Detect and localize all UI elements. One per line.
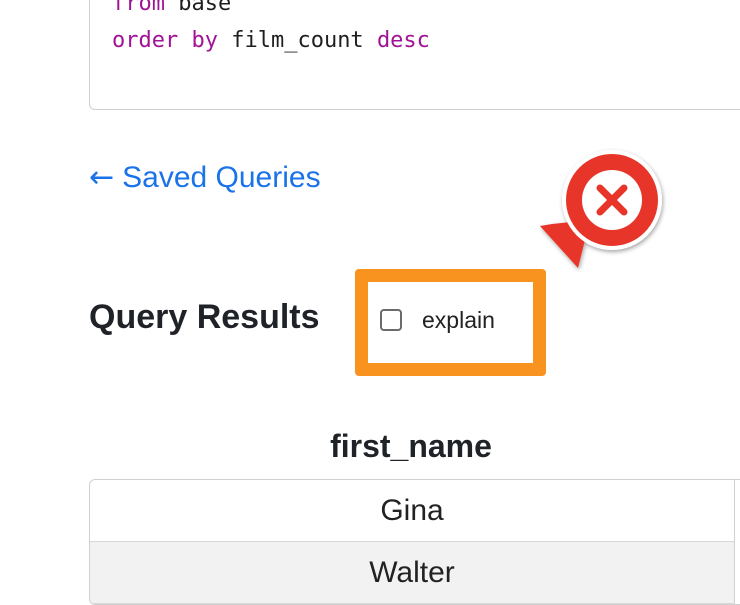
saved-queries-link[interactable]: ← Saved Queries: [89, 160, 321, 195]
explain-checkbox-control[interactable]: explain: [380, 306, 495, 334]
keyword-from: from: [112, 0, 165, 16]
query-results-title: Query Results: [89, 298, 320, 336]
results-table: Gina Walter: [89, 479, 740, 605]
keyword-order: order: [112, 28, 179, 53]
table-row: Gina: [90, 480, 735, 542]
table-row: Walter: [90, 542, 735, 604]
saved-queries-label: Saved Queries: [122, 161, 321, 194]
code-line-from: from base: [112, 0, 231, 17]
explain-checkbox[interactable]: [380, 309, 402, 331]
code-column-name: film_count: [217, 28, 377, 53]
code-table-name: base: [164, 0, 232, 16]
back-arrow-icon: ←: [89, 160, 115, 195]
explain-label: explain: [422, 306, 495, 333]
code-line-order-by: order by film_count desc: [112, 28, 430, 54]
column-header-first-name: first_name: [330, 428, 492, 464]
sql-editor[interactable]: from base order by film_count desc: [89, 0, 740, 110]
error-pin-icon: [540, 150, 662, 268]
keyword-desc: desc: [376, 28, 430, 53]
keyword-by: by: [191, 28, 218, 53]
